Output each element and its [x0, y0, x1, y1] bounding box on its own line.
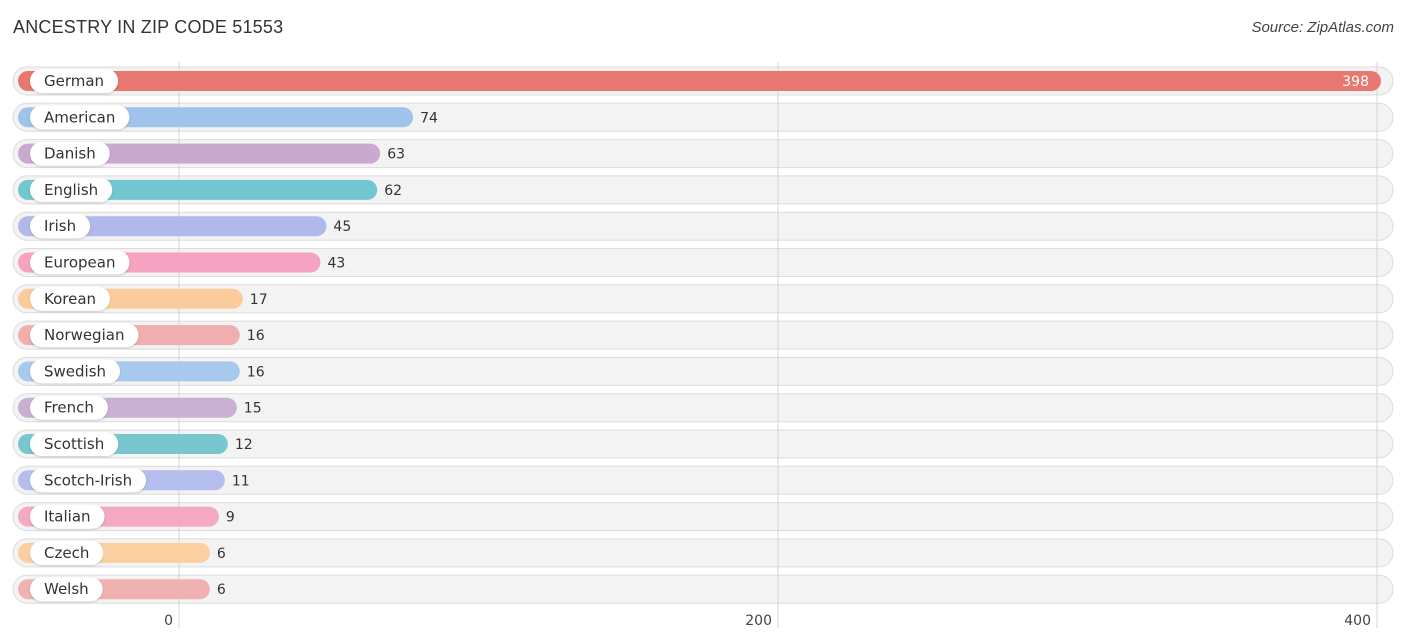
bar-group: French 15 [18, 395, 262, 420]
value-label: 43 [327, 256, 345, 272]
bar-track [12, 502, 1394, 532]
category-label: American [44, 108, 115, 126]
bar-group: Norwegian 16 [18, 323, 265, 348]
bar-group: Korean 17 [18, 286, 268, 311]
bar-group: Danish 63 [18, 141, 405, 166]
x-tick-label: 0 [164, 613, 173, 629]
value-label: 9 [226, 510, 235, 526]
bar-group: American 74 [18, 105, 438, 130]
category-label: Norwegian [44, 326, 124, 344]
value-label: 16 [247, 364, 265, 380]
value-label: 45 [333, 219, 351, 235]
bar-group: Czech 6 [18, 540, 226, 565]
bar-group: English 62 [18, 177, 402, 202]
value-label: 62 [384, 183, 402, 199]
category-label: Scotch-Irish [44, 471, 132, 489]
value-label: 15 [244, 401, 262, 417]
category-label: Korean [44, 290, 96, 308]
bar-group: Irish 45 [18, 214, 351, 239]
bar-group: European 43 [18, 250, 345, 275]
value-label: 16 [247, 328, 265, 344]
bar-group: Scotch-Irish 11 [18, 468, 250, 493]
category-label: Scottish [44, 435, 104, 453]
bar-group: Swedish 16 [18, 359, 265, 384]
x-tick-label: 400 [1344, 613, 1371, 629]
value-label: 11 [232, 473, 250, 489]
bar-group: Welsh 6 [18, 577, 226, 602]
category-label: Swedish [44, 362, 106, 380]
category-label: Irish [44, 217, 76, 235]
category-label: German [44, 72, 104, 90]
bar-group: Italian 9 [18, 504, 235, 529]
category-label: Italian [44, 508, 91, 526]
category-label: European [44, 254, 115, 272]
category-label: Danish [44, 145, 96, 163]
value-label: 12 [235, 437, 253, 453]
bar [18, 71, 1381, 91]
category-label: Welsh [44, 580, 89, 598]
category-label: French [44, 399, 94, 417]
value-label: 63 [387, 147, 405, 163]
bar-chart: German 398 American 74 Danish 63 English 62 Iris… [12, 62, 1394, 629]
value-label: 17 [250, 292, 268, 308]
value-label: 398 [1342, 74, 1369, 90]
bar-group: Scottish 12 [18, 432, 253, 456]
value-label: 74 [420, 110, 438, 126]
value-label: 6 [217, 582, 226, 598]
category-label: Czech [44, 544, 89, 562]
value-label: 6 [217, 546, 226, 562]
category-label: English [44, 181, 98, 199]
x-tick-label: 200 [745, 613, 772, 629]
bar-group: German 398 [18, 69, 1381, 93]
